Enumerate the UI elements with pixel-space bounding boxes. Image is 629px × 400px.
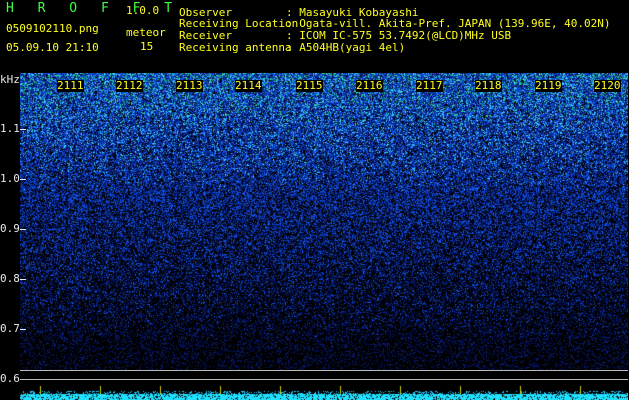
reference-line [20, 370, 628, 371]
y-tick-mark [20, 179, 26, 180]
y-tick-mark [20, 279, 26, 280]
antenna-label: Receiving antenna [179, 41, 292, 54]
app-version: 1.0.0 [126, 4, 160, 17]
x-tick-label: 2120 [594, 79, 621, 92]
antenna-value: : A504HB(yagi 4el) [286, 41, 406, 54]
y-tick-label: 0.7 [0, 322, 20, 335]
y-tick-mark [20, 329, 26, 330]
y-tick-label: 1.0 [0, 172, 20, 185]
y-tick-label: 1.1 [0, 122, 20, 135]
spectrogram-plot [20, 73, 628, 400]
x-tick-label: 2111 [57, 79, 84, 92]
x-tick-label: 2117 [416, 79, 443, 92]
file-name: 0509102110.png [6, 22, 99, 35]
y-tick-mark [20, 129, 26, 130]
date-time: 05.09.10 21:10 [6, 41, 99, 54]
x-tick-label: 2118 [475, 79, 502, 92]
x-tick-label: 2116 [356, 79, 383, 92]
x-tick-label: 2113 [176, 79, 203, 92]
spectrogram-canvas [20, 73, 628, 400]
x-tick-label: 2115 [296, 79, 323, 92]
meteor-count-value: 15 [140, 40, 154, 53]
y-tick-label: 0.6 [0, 372, 20, 385]
y-tick-label: 0.8 [0, 272, 20, 285]
x-tick-label: 2114 [235, 79, 262, 92]
x-tick-label: 2119 [535, 79, 562, 92]
reference-line [20, 379, 628, 380]
header-panel: H R O F F T 1.0.0 0509102110.png 05.09.1… [0, 0, 629, 72]
y-tick-mark [20, 229, 26, 230]
y-axis-unit: kHz [0, 73, 20, 86]
meteor-count-label: meteor [126, 26, 166, 39]
y-tick-label: 0.9 [0, 222, 20, 235]
x-tick-label: 2112 [116, 79, 143, 92]
